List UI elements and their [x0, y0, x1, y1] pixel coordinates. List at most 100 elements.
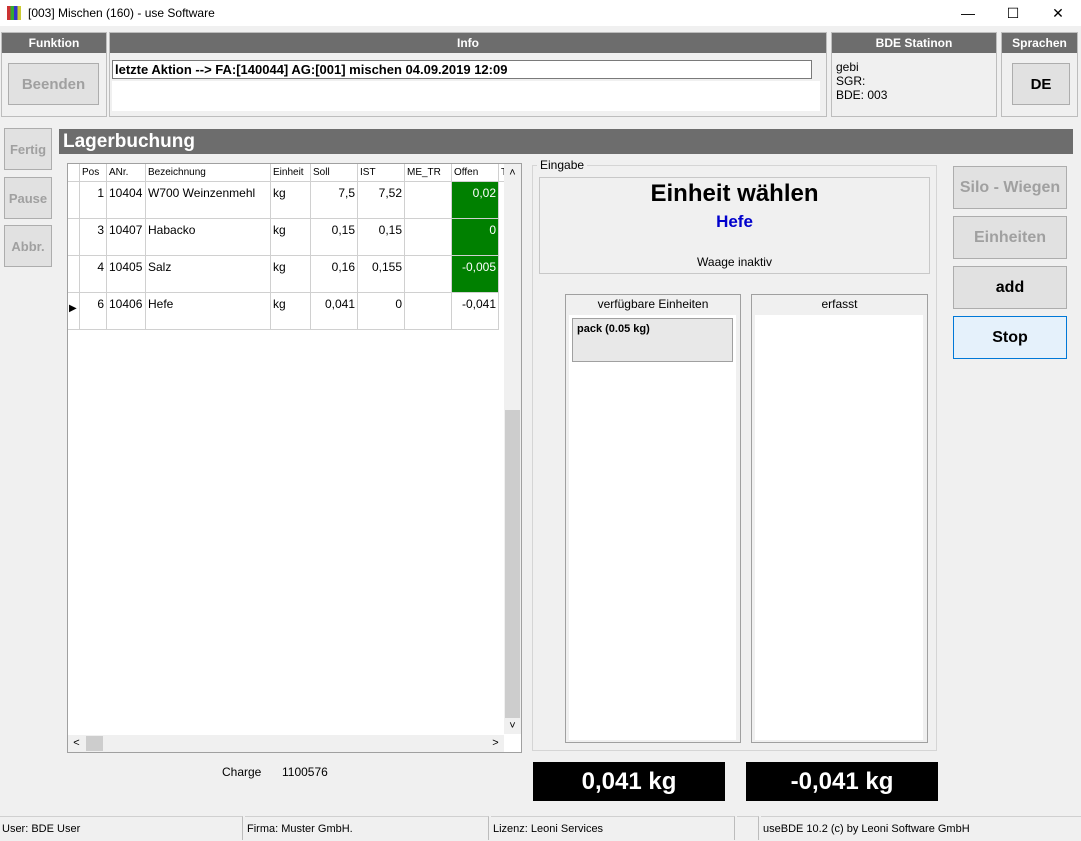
column-header-anr[interactable]: ANr.: [107, 164, 146, 182]
silo-wiegen-button[interactable]: Silo - Wiegen: [953, 166, 1067, 209]
cell-ist[interactable]: 7,52: [358, 182, 405, 219]
eingabe-box: Einheit wählen Hefe Waage inaktiv: [539, 177, 930, 274]
available-units-panel: verfügbare Einheiten pack (0.05 kg): [565, 294, 741, 743]
sprachen-panel: Sprachen DE: [1001, 32, 1078, 117]
title-bar: [003] Mischen (160) - use Software — ☐ ✕: [0, 0, 1081, 26]
app-icon: [7, 6, 21, 20]
cell-anr[interactable]: 10404: [107, 182, 146, 219]
cell-anr[interactable]: 10407: [107, 219, 146, 256]
cell-einheit[interactable]: kg: [271, 293, 311, 330]
horizontal-scrollbar[interactable]: < >: [68, 735, 504, 752]
cell-soll[interactable]: 0,041: [311, 293, 358, 330]
cell-ist[interactable]: 0,15: [358, 219, 405, 256]
vertical-scrollbar[interactable]: ˄ ˅: [504, 164, 521, 734]
booking-grid[interactable]: Pos ANr. Bezeichnung Einheit Soll IST ME…: [67, 163, 522, 753]
cell-einheit[interactable]: kg: [271, 256, 311, 293]
current-row-marker[interactable]: ▶: [68, 293, 80, 330]
erfasst-panel: erfasst: [751, 294, 928, 743]
pause-button[interactable]: Pause: [4, 177, 52, 219]
eingabe-title: Eingabe: [537, 158, 588, 172]
cell-ist[interactable]: 0: [358, 293, 405, 330]
cell-einheit[interactable]: kg: [271, 219, 311, 256]
charge-value: 1100576: [282, 765, 328, 779]
cell-bezeichnung[interactable]: Habacko: [146, 219, 271, 256]
cell-einheit[interactable]: kg: [271, 182, 311, 219]
cell-offen[interactable]: 0: [452, 219, 499, 256]
status-lizenz: Lizenz: Leoni Services: [491, 816, 735, 840]
station-line-1: gebi: [836, 60, 859, 74]
station-panel: BDE Statinon gebi SGR: BDE: 003: [831, 32, 997, 117]
cell-bezeichnung[interactable]: Hefe: [146, 293, 271, 330]
abbr-button[interactable]: Abbr.: [4, 225, 52, 267]
section-title: Lagerbuchung: [59, 129, 1073, 154]
cell-pos[interactable]: 1: [80, 182, 107, 219]
maximize-button[interactable]: ☐: [990, 0, 1036, 26]
stop-button[interactable]: Stop: [953, 316, 1067, 359]
close-button[interactable]: ✕: [1035, 0, 1081, 26]
scroll-left-icon[interactable]: <: [68, 735, 85, 752]
info-title: Info: [110, 33, 826, 53]
scroll-right-icon[interactable]: >: [487, 735, 504, 752]
fertig-button[interactable]: Fertig: [4, 128, 52, 170]
cell-offen[interactable]: -0,005: [452, 256, 499, 293]
window-title: [003] Mischen (160) - use Software: [28, 6, 215, 20]
cell-pos[interactable]: 3: [80, 219, 107, 256]
cell-pos[interactable]: 6: [80, 293, 107, 330]
column-header-bezeichnung[interactable]: Bezeichnung: [146, 164, 271, 182]
cell-bezeichnung[interactable]: W700 Weinzenmehl: [146, 182, 271, 219]
scroll-up-icon[interactable]: ˄: [504, 164, 521, 182]
column-header-pos[interactable]: Pos: [80, 164, 107, 182]
row-header-corner: [68, 164, 80, 182]
cell-soll[interactable]: 7,5: [311, 182, 358, 219]
eingabe-heading: Einheit wählen: [650, 180, 819, 207]
minimize-button[interactable]: —: [945, 0, 991, 26]
cell-pos[interactable]: 4: [80, 256, 107, 293]
cell-ist[interactable]: 0,155: [358, 256, 405, 293]
sprachen-title: Sprachen: [1002, 33, 1077, 53]
column-header-einheit[interactable]: Einheit: [271, 164, 311, 182]
cell-offen[interactable]: 0,02: [452, 182, 499, 219]
last-action-field: letzte Aktion --> FA:[140044] AG:[001] m…: [112, 60, 812, 79]
station-info: gebi SGR: BDE: 003: [836, 60, 887, 102]
cell-anr[interactable]: 10406: [107, 293, 146, 330]
beenden-button[interactable]: Beenden: [8, 63, 99, 105]
cell-offen[interactable]: -0,041: [452, 293, 499, 330]
scroll-down-icon[interactable]: ˅: [504, 718, 521, 734]
status-user: User: BDE User: [0, 816, 243, 840]
column-header-ist[interactable]: IST: [358, 164, 405, 182]
column-header-me-tr[interactable]: ME_TR: [405, 164, 452, 182]
row-header[interactable]: [68, 256, 80, 293]
cell-soll[interactable]: 0,16: [311, 256, 358, 293]
status-version: useBDE 10.2 (c) by Leoni Software GmbH: [761, 816, 1081, 840]
row-header[interactable]: [68, 182, 80, 219]
vertical-scroll-thumb[interactable]: [505, 410, 520, 718]
cell-me-tr[interactable]: [405, 182, 452, 219]
funktion-title: Funktion: [2, 33, 106, 53]
add-button[interactable]: add: [953, 266, 1067, 309]
cell-me-tr[interactable]: [405, 256, 452, 293]
cell-me-tr[interactable]: [405, 219, 452, 256]
info-panel: Info letzte Aktion --> FA:[140044] AG:[0…: [109, 32, 827, 117]
row-header[interactable]: [68, 219, 80, 256]
language-button[interactable]: DE: [1012, 63, 1070, 105]
info-area: [112, 81, 820, 111]
status-firma: Firma: Muster GmbH.: [245, 816, 489, 840]
cell-soll[interactable]: 0,15: [311, 219, 358, 256]
cell-me-tr[interactable]: [405, 293, 452, 330]
unit-option[interactable]: pack (0.05 kg): [572, 318, 733, 362]
available-units-title: verfügbare Einheiten: [597, 297, 709, 311]
column-header-soll[interactable]: Soll: [311, 164, 358, 182]
erfasst-title: erfasst: [821, 297, 858, 311]
weight-display-right: -0,041 kg: [746, 762, 938, 801]
charge-label: Charge: [222, 765, 262, 779]
cell-anr[interactable]: 10405: [107, 256, 146, 293]
einheiten-button[interactable]: Einheiten: [953, 216, 1067, 259]
erfasst-list[interactable]: [755, 315, 923, 740]
horizontal-scroll-thumb[interactable]: [86, 736, 103, 751]
station-line-3: BDE: 003: [836, 88, 888, 102]
funktion-panel: Funktion Beenden: [1, 32, 107, 117]
column-header-offen[interactable]: Offen: [452, 164, 499, 182]
status-empty: [737, 816, 759, 840]
available-units-list[interactable]: pack (0.05 kg): [569, 315, 736, 740]
cell-bezeichnung[interactable]: Salz: [146, 256, 271, 293]
